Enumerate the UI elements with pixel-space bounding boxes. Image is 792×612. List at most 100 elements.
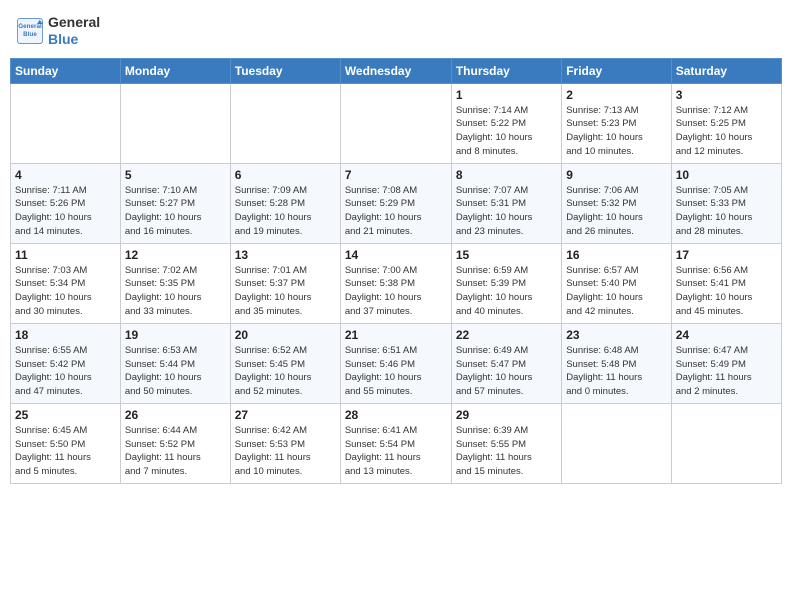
calendar-cell: 13 Sunrise: 7:01 AM Sunset: 5:37 PM Dayli… <box>230 243 340 323</box>
calendar-cell: 28 Sunrise: 6:41 AM Sunset: 5:54 PM Dayli… <box>340 403 451 483</box>
calendar-cell: 12 Sunrise: 7:02 AM Sunset: 5:35 PM Dayli… <box>120 243 230 323</box>
logo: General Blue General Blue <box>16 14 100 48</box>
day-number: 2 <box>566 88 666 102</box>
col-header-thursday: Thursday <box>451 58 561 83</box>
calendar-cell: 15Sunrise: 6:59 AM Sunset: 5:39 PM Dayli… <box>451 243 561 323</box>
day-number: 1 <box>456 88 557 102</box>
day-info: Sunrise: 7:14 AM Sunset: 5:22 PM Dayligh… <box>456 104 557 159</box>
day-number: 28 <box>345 408 447 422</box>
calendar-cell: 9 Sunrise: 7:06 AM Sunset: 5:32 PM Daylig… <box>562 163 671 243</box>
day-number: 23 <box>566 328 666 342</box>
day-info: Sunrise: 7:05 AM Sunset: 5:33 PM Dayligh… <box>676 184 777 239</box>
day-number: 8 <box>456 168 557 182</box>
day-info: Sunrise: 6:39 AM Sunset: 5:55 PM Dayligh… <box>456 424 557 479</box>
day-info: Sunrise: 6:49 AM Sunset: 5:47 PM Dayligh… <box>456 344 557 399</box>
day-info: Sunrise: 7:01 AM Sunset: 5:37 PM Dayligh… <box>235 264 336 319</box>
day-info: Sunrise: 6:47 AM Sunset: 5:49 PM Dayligh… <box>676 344 777 399</box>
calendar-cell <box>562 403 671 483</box>
calendar-cell: 24Sunrise: 6:47 AM Sunset: 5:49 PM Dayli… <box>671 323 781 403</box>
day-number: 12 <box>125 248 226 262</box>
calendar-cell: 1 Sunrise: 7:14 AM Sunset: 5:22 PM Daylig… <box>451 83 561 163</box>
day-number: 16 <box>566 248 666 262</box>
day-number: 22 <box>456 328 557 342</box>
day-number: 13 <box>235 248 336 262</box>
calendar-week-row: 1 Sunrise: 7:14 AM Sunset: 5:22 PM Daylig… <box>11 83 782 163</box>
calendar-cell: 27 Sunrise: 6:42 AM Sunset: 5:53 PM Dayli… <box>230 403 340 483</box>
day-info: Sunrise: 7:11 AM Sunset: 5:26 PM Dayligh… <box>15 184 116 239</box>
calendar-cell: 4 Sunrise: 7:11 AM Sunset: 5:26 PM Daylig… <box>11 163 121 243</box>
day-number: 21 <box>345 328 447 342</box>
calendar-cell: 18 Sunrise: 6:55 AM Sunset: 5:42 PM Dayli… <box>11 323 121 403</box>
calendar-cell: 19 Sunrise: 6:53 AM Sunset: 5:44 PM Dayli… <box>120 323 230 403</box>
day-number: 6 <box>235 168 336 182</box>
calendar-cell <box>671 403 781 483</box>
calendar-cell: 21 Sunrise: 6:51 AM Sunset: 5:46 PM Dayli… <box>340 323 451 403</box>
calendar-cell: 2 Sunrise: 7:13 AM Sunset: 5:23 PM Daylig… <box>562 83 671 163</box>
calendar-cell: 11 Sunrise: 7:03 AM Sunset: 5:34 PM Dayli… <box>11 243 121 323</box>
day-number: 9 <box>566 168 666 182</box>
day-number: 7 <box>345 168 447 182</box>
col-header-monday: Monday <box>120 58 230 83</box>
day-number: 15 <box>456 248 557 262</box>
day-info: Sunrise: 6:41 AM Sunset: 5:54 PM Dayligh… <box>345 424 447 479</box>
day-info: Sunrise: 6:53 AM Sunset: 5:44 PM Dayligh… <box>125 344 226 399</box>
day-info: Sunrise: 6:45 AM Sunset: 5:50 PM Dayligh… <box>15 424 116 479</box>
day-info: Sunrise: 7:03 AM Sunset: 5:34 PM Dayligh… <box>15 264 116 319</box>
calendar-cell: 22 Sunrise: 6:49 AM Sunset: 5:47 PM Dayli… <box>451 323 561 403</box>
logo-icon: General Blue <box>16 17 44 45</box>
day-info: Sunrise: 6:57 AM Sunset: 5:40 PM Dayligh… <box>566 264 666 319</box>
col-header-saturday: Saturday <box>671 58 781 83</box>
calendar-cell <box>230 83 340 163</box>
day-info: Sunrise: 6:55 AM Sunset: 5:42 PM Dayligh… <box>15 344 116 399</box>
day-info: Sunrise: 7:13 AM Sunset: 5:23 PM Dayligh… <box>566 104 666 159</box>
day-info: Sunrise: 7:02 AM Sunset: 5:35 PM Dayligh… <box>125 264 226 319</box>
day-info: Sunrise: 7:12 AM Sunset: 5:25 PM Dayligh… <box>676 104 777 159</box>
day-info: Sunrise: 6:44 AM Sunset: 5:52 PM Dayligh… <box>125 424 226 479</box>
day-number: 4 <box>15 168 116 182</box>
day-info: Sunrise: 6:52 AM Sunset: 5:45 PM Dayligh… <box>235 344 336 399</box>
day-info: Sunrise: 7:10 AM Sunset: 5:27 PM Dayligh… <box>125 184 226 239</box>
day-info: Sunrise: 6:42 AM Sunset: 5:53 PM Dayligh… <box>235 424 336 479</box>
col-header-wednesday: Wednesday <box>340 58 451 83</box>
day-number: 3 <box>676 88 777 102</box>
calendar-cell: 7 Sunrise: 7:08 AM Sunset: 5:29 PM Daylig… <box>340 163 451 243</box>
day-number: 11 <box>15 248 116 262</box>
day-info: Sunrise: 6:56 AM Sunset: 5:41 PM Dayligh… <box>676 264 777 319</box>
day-number: 10 <box>676 168 777 182</box>
calendar-cell: 6 Sunrise: 7:09 AM Sunset: 5:28 PM Daylig… <box>230 163 340 243</box>
day-info: Sunrise: 7:06 AM Sunset: 5:32 PM Dayligh… <box>566 184 666 239</box>
calendar-week-row: 4 Sunrise: 7:11 AM Sunset: 5:26 PM Daylig… <box>11 163 782 243</box>
col-header-friday: Friday <box>562 58 671 83</box>
day-info: Sunrise: 7:07 AM Sunset: 5:31 PM Dayligh… <box>456 184 557 239</box>
calendar-cell: 20 Sunrise: 6:52 AM Sunset: 5:45 PM Dayli… <box>230 323 340 403</box>
day-number: 5 <box>125 168 226 182</box>
day-number: 19 <box>125 328 226 342</box>
calendar-cell: 25 Sunrise: 6:45 AM Sunset: 5:50 PM Dayli… <box>11 403 121 483</box>
day-number: 25 <box>15 408 116 422</box>
day-number: 17 <box>676 248 777 262</box>
calendar-cell <box>11 83 121 163</box>
day-info: Sunrise: 7:09 AM Sunset: 5:28 PM Dayligh… <box>235 184 336 239</box>
day-number: 29 <box>456 408 557 422</box>
calendar-week-row: 25 Sunrise: 6:45 AM Sunset: 5:50 PM Dayli… <box>11 403 782 483</box>
calendar-cell: 14Sunrise: 7:00 AM Sunset: 5:38 PM Dayli… <box>340 243 451 323</box>
calendar-cell: 26Sunrise: 6:44 AM Sunset: 5:52 PM Dayli… <box>120 403 230 483</box>
day-info: Sunrise: 7:08 AM Sunset: 5:29 PM Dayligh… <box>345 184 447 239</box>
calendar-cell: 8 Sunrise: 7:07 AM Sunset: 5:31 PM Daylig… <box>451 163 561 243</box>
calendar-header-row: SundayMondayTuesdayWednesdayThursdayFrid… <box>11 58 782 83</box>
page-header: General Blue General Blue <box>10 10 782 52</box>
calendar-cell: 17 Sunrise: 6:56 AM Sunset: 5:41 PM Dayli… <box>671 243 781 323</box>
day-number: 20 <box>235 328 336 342</box>
day-number: 27 <box>235 408 336 422</box>
day-number: 18 <box>15 328 116 342</box>
calendar-table: SundayMondayTuesdayWednesdayThursdayFrid… <box>10 58 782 484</box>
calendar-cell: 3 Sunrise: 7:12 AM Sunset: 5:25 PM Daylig… <box>671 83 781 163</box>
day-info: Sunrise: 6:51 AM Sunset: 5:46 PM Dayligh… <box>345 344 447 399</box>
calendar-cell: 29 Sunrise: 6:39 AM Sunset: 5:55 PM Dayli… <box>451 403 561 483</box>
day-info: Sunrise: 6:48 AM Sunset: 5:48 PM Dayligh… <box>566 344 666 399</box>
col-header-sunday: Sunday <box>11 58 121 83</box>
calendar-cell <box>120 83 230 163</box>
svg-text:General: General <box>18 23 42 30</box>
calendar-cell: 16 Sunrise: 6:57 AM Sunset: 5:40 PM Dayli… <box>562 243 671 323</box>
svg-text:Blue: Blue <box>23 31 37 38</box>
